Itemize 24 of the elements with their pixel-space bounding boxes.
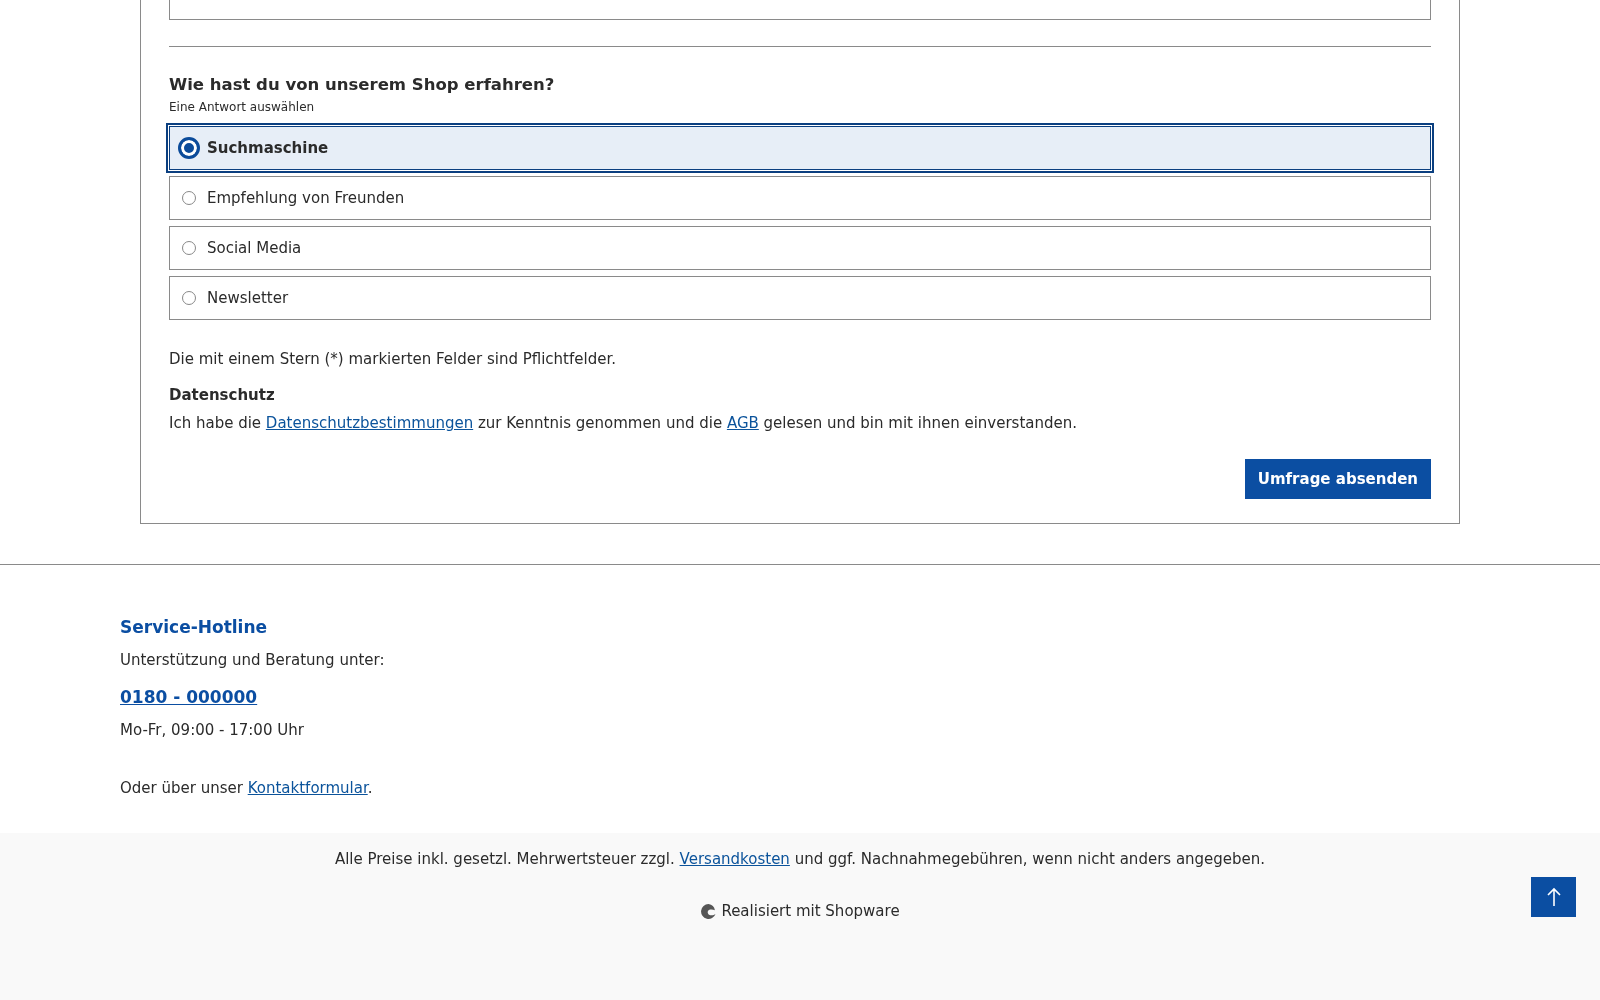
privacy-text: Ich habe die Datenschutzbestimmungen zur Kenntnis genommen und die AGB gelesen und bin mit ihnen einverstanden. bbox=[169, 414, 1079, 432]
radio-option[interactable]: Newsletter bbox=[169, 276, 1431, 320]
shopware-logo-icon bbox=[700, 902, 718, 920]
submit-button[interactable]: Umfrage absenden bbox=[1244, 459, 1431, 499]
privacy-title: Datenschutz bbox=[169, 386, 276, 404]
hotline-title: Service-Hotline bbox=[120, 617, 269, 637]
radio-option[interactable]: Empfehlung von Freunden bbox=[169, 176, 1431, 220]
price-note: Alle Preise inkl. gesetzl. Mehrwertsteuer zzgl. Versandkosten und ggf. Nachnahmegebühren, wenn nicht anders angegeben. bbox=[333, 850, 1267, 868]
opening-hours: Mo-Fr, 09:00 - 17:00 Uhr bbox=[120, 721, 305, 739]
link[interactable]: Versandkosten bbox=[679, 850, 790, 868]
required-note: Die mit einem Stern (*) markierten Felder sind Pflichtfelder. bbox=[169, 350, 617, 368]
phone-link[interactable]: 0180 - 000000 bbox=[120, 687, 258, 707]
hotline-subtitle: Unterstützung und Beratung unter: bbox=[120, 651, 386, 669]
powered-by-text: Realisiert mit Shopware bbox=[721, 902, 900, 920]
link[interactable]: Kontaktformular bbox=[247, 779, 368, 797]
hint-text: Eine Antwort auswählen bbox=[169, 100, 316, 114]
radio-option[interactable]: Social Media bbox=[169, 226, 1431, 270]
link[interactable]: AGB bbox=[726, 414, 759, 432]
contact-text: Oder über unser Kontaktformular. bbox=[120, 779, 374, 797]
question-heading: Wie hast du von unserem Shop erfahren? bbox=[169, 75, 556, 94]
radio-option[interactable]: Suchmaschine bbox=[169, 126, 1431, 170]
back-to-top-button[interactable] bbox=[1531, 877, 1576, 917]
link[interactable]: Datenschutzbestimmungen bbox=[265, 414, 474, 432]
arrow-up-icon bbox=[1546, 887, 1561, 907]
